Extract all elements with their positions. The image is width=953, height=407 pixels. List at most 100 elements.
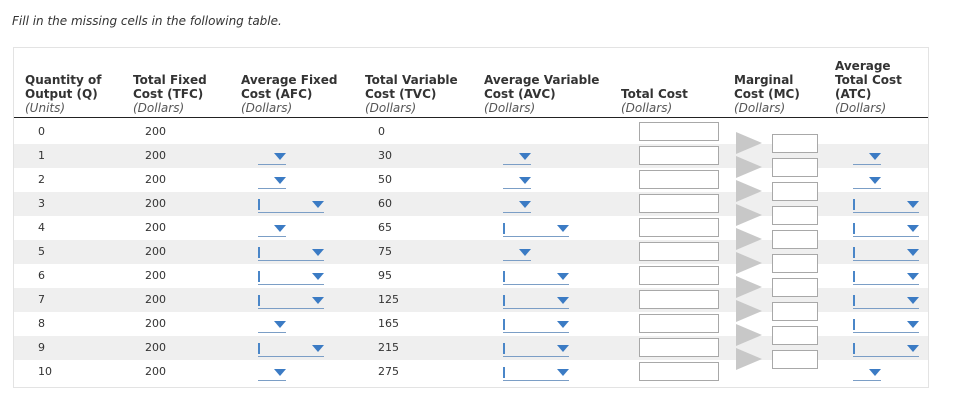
avc-dropdown[interactable] — [503, 172, 531, 189]
total-cost-input[interactable] — [639, 290, 719, 309]
chevron-down-icon — [907, 225, 919, 232]
header-avc-line1: Average Variable — [484, 73, 600, 87]
tfc-cell: 200 — [145, 293, 166, 306]
table-header: Quantity of Output (Q) (Units) Total Fix… — [14, 48, 928, 118]
total-cost-input[interactable] — [639, 314, 719, 333]
atc-dropdown[interactable] — [853, 172, 881, 189]
marginal-cost-input[interactable] — [772, 350, 818, 369]
arrow-right-icon — [736, 300, 762, 322]
chevron-down-icon — [907, 297, 919, 304]
chevron-down-icon — [519, 177, 531, 184]
chevron-down-icon — [557, 345, 569, 352]
marginal-cost-input[interactable] — [772, 182, 818, 201]
tfc-cell: 200 — [145, 365, 166, 378]
afc-dropdown[interactable] — [258, 220, 286, 237]
chevron-down-icon — [519, 249, 531, 256]
atc-dropdown[interactable] — [853, 292, 919, 309]
marginal-cost-input[interactable] — [772, 206, 818, 225]
marginal-cost-input[interactable] — [772, 254, 818, 273]
header-divider — [14, 117, 928, 118]
quantity-cell: 10 — [38, 365, 52, 378]
chevron-down-icon — [557, 273, 569, 280]
avc-dropdown[interactable] — [503, 316, 569, 333]
chevron-down-icon — [312, 201, 324, 208]
afc-dropdown[interactable] — [258, 364, 286, 381]
header-tvc-line2: Cost (TVC) — [365, 87, 437, 101]
avc-dropdown[interactable] — [503, 364, 569, 381]
quantity-cell: 3 — [38, 197, 45, 210]
chevron-down-icon — [869, 177, 881, 184]
tfc-cell: 200 — [145, 269, 166, 282]
total-cost-input[interactable] — [639, 242, 719, 261]
header-tc: Total Cost (Dollars) — [621, 87, 688, 115]
afc-dropdown[interactable] — [258, 196, 324, 213]
quantity-cell: 7 — [38, 293, 45, 306]
marginal-cost-input[interactable] — [772, 158, 818, 177]
marginal-cost-input[interactable] — [772, 302, 818, 321]
atc-dropdown[interactable] — [853, 364, 881, 381]
atc-dropdown[interactable] — [853, 196, 919, 213]
afc-dropdown[interactable] — [258, 148, 286, 165]
avc-dropdown[interactable] — [503, 220, 569, 237]
tvc-cell: 60 — [378, 197, 392, 210]
dropdown-cursor-bar — [258, 295, 260, 306]
total-cost-input[interactable] — [639, 122, 719, 141]
chevron-down-icon — [557, 321, 569, 328]
atc-dropdown[interactable] — [853, 148, 881, 165]
avc-dropdown[interactable] — [503, 340, 569, 357]
afc-dropdown[interactable] — [258, 268, 324, 285]
total-cost-input[interactable] — [639, 338, 719, 357]
afc-dropdown[interactable] — [258, 340, 324, 357]
header-mc-line1: Marginal — [734, 73, 794, 87]
tvc-cell: 0 — [378, 125, 385, 138]
marginal-cost-input[interactable] — [772, 278, 818, 297]
avc-dropdown[interactable] — [503, 292, 569, 309]
afc-dropdown[interactable] — [258, 292, 324, 309]
total-cost-input[interactable] — [639, 170, 719, 189]
afc-dropdown[interactable] — [258, 244, 324, 261]
chevron-down-icon — [519, 201, 531, 208]
atc-dropdown[interactable] — [853, 340, 919, 357]
dropdown-cursor-bar — [853, 343, 855, 354]
marginal-cost-input[interactable] — [772, 134, 818, 153]
chevron-down-icon — [869, 153, 881, 160]
total-cost-input[interactable] — [639, 194, 719, 213]
header-afc-line2: Cost (AFC) — [241, 87, 313, 101]
atc-dropdown[interactable] — [853, 316, 919, 333]
quantity-cell: 4 — [38, 221, 45, 234]
dropdown-cursor-bar — [853, 223, 855, 234]
chevron-down-icon — [907, 201, 919, 208]
header-quantity-unit: (Units) — [25, 101, 66, 115]
marginal-cost-input[interactable] — [772, 326, 818, 345]
total-cost-input[interactable] — [639, 218, 719, 237]
quantity-cell: 1 — [38, 149, 45, 162]
dropdown-cursor-bar — [853, 295, 855, 306]
avc-dropdown[interactable] — [503, 196, 531, 213]
avc-dropdown[interactable] — [503, 148, 531, 165]
atc-dropdown[interactable] — [853, 220, 919, 237]
afc-dropdown[interactable] — [258, 316, 286, 333]
arrow-right-icon — [736, 276, 762, 298]
avc-dropdown[interactable] — [503, 244, 531, 261]
chevron-down-icon — [869, 369, 881, 376]
marginal-cost-input[interactable] — [772, 230, 818, 249]
header-tvc-line1: Total Variable — [365, 73, 458, 87]
tfc-cell: 200 — [145, 245, 166, 258]
dropdown-cursor-bar — [503, 343, 505, 354]
atc-dropdown[interactable] — [853, 244, 919, 261]
atc-dropdown[interactable] — [853, 268, 919, 285]
tfc-cell: 200 — [145, 221, 166, 234]
total-cost-input[interactable] — [639, 146, 719, 165]
total-cost-input[interactable] — [639, 266, 719, 285]
chevron-down-icon — [312, 249, 324, 256]
total-cost-input[interactable] — [639, 362, 719, 381]
header-tfc-line1: Total Fixed — [133, 73, 207, 87]
dropdown-cursor-bar — [853, 271, 855, 282]
dropdown-cursor-bar — [258, 247, 260, 258]
dropdown-cursor-bar — [503, 223, 505, 234]
header-tc-line: Total Cost — [621, 87, 688, 101]
quantity-cell: 9 — [38, 341, 45, 354]
arrow-right-icon — [736, 132, 762, 154]
afc-dropdown[interactable] — [258, 172, 286, 189]
avc-dropdown[interactable] — [503, 268, 569, 285]
